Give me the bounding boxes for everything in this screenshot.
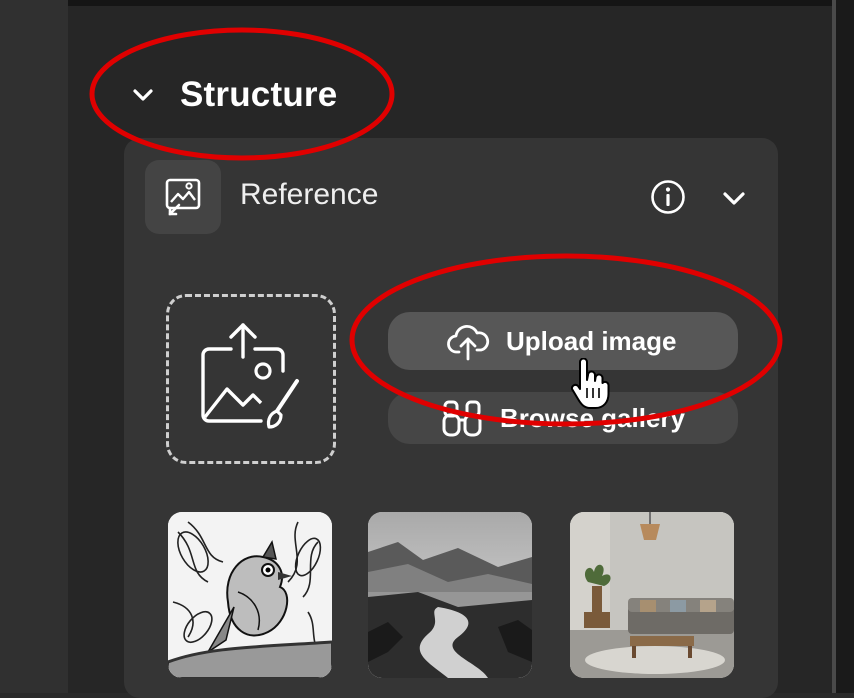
- structure-section-header[interactable]: Structure: [130, 70, 337, 120]
- thumbnail-living-room[interactable]: [570, 512, 734, 678]
- right-edge: [836, 0, 854, 693]
- chevron-down-icon[interactable]: [720, 184, 748, 212]
- living-room-image: [570, 512, 734, 678]
- left-gutter: [0, 0, 68, 693]
- structure-title: Structure: [180, 75, 338, 114]
- thumbnail-misty-valley[interactable]: [368, 512, 532, 678]
- binoculars-icon: [442, 400, 482, 437]
- browse-gallery-button[interactable]: Browse gallery: [388, 392, 738, 444]
- chevron-down-icon: [133, 89, 153, 101]
- info-icon[interactable]: [649, 178, 687, 216]
- image-drop-zone[interactable]: [166, 294, 336, 464]
- hand-cursor-icon: [570, 358, 610, 409]
- cloud-upload-icon: [447, 324, 490, 361]
- upload-image-icon: [201, 323, 299, 429]
- bird-sketch-image: [168, 512, 332, 678]
- thumbnail-bird-sketch[interactable]: [168, 512, 332, 678]
- reference-image-icon: [165, 178, 201, 216]
- reference-icon-button[interactable]: [145, 160, 221, 234]
- upload-image-button[interactable]: Upload image: [388, 312, 738, 370]
- upload-image-label: Upload image: [506, 325, 677, 356]
- reference-label: Reference: [240, 178, 379, 211]
- misty-valley-image: [368, 512, 532, 678]
